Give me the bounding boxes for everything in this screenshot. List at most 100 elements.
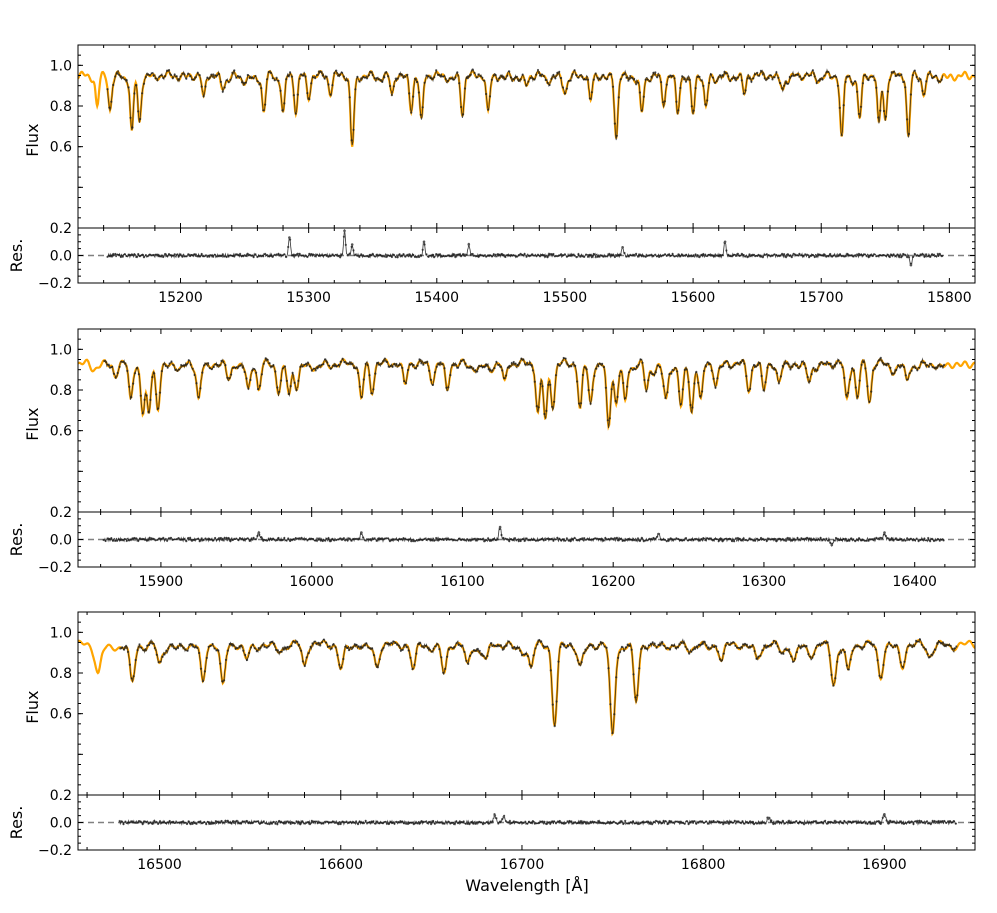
observed-point — [409, 656, 412, 659]
residual-point — [141, 823, 144, 826]
observed-point — [919, 78, 922, 81]
residual-point — [615, 254, 618, 257]
residual-point — [435, 253, 438, 256]
observed-point — [873, 367, 877, 370]
observed-point — [768, 363, 771, 366]
observed-point — [381, 360, 385, 363]
observed-point — [250, 76, 253, 79]
residual-point — [688, 255, 692, 258]
observed-point — [466, 366, 469, 369]
observed-point — [152, 74, 155, 77]
panel-middle: 0.60.81.0Flux−0.20.00.2Res.15900 16000 161… — [7, 328, 976, 590]
residual-point — [301, 820, 304, 823]
observed-point — [542, 644, 545, 647]
residual-point — [884, 254, 888, 257]
residual-point — [881, 816, 884, 819]
observed-point — [208, 367, 212, 370]
residual-point — [767, 254, 770, 257]
y-tick-label: 0.8 — [50, 666, 72, 682]
observed-point — [641, 361, 644, 364]
residual-point — [270, 822, 273, 825]
residual-point — [401, 820, 404, 823]
residual-point — [656, 535, 659, 538]
residual-point — [929, 823, 932, 826]
observed-point — [672, 644, 676, 647]
observed-point — [882, 109, 886, 113]
residual-point — [189, 823, 192, 826]
residual-point — [554, 538, 557, 541]
observed-point — [610, 73, 613, 76]
residual-point — [647, 820, 650, 823]
residual-point — [350, 245, 353, 248]
observed-point — [795, 651, 799, 654]
observed-point — [189, 363, 192, 366]
residual-point — [343, 821, 346, 824]
observed-point — [328, 364, 331, 367]
observed-point — [561, 86, 565, 89]
observed-point — [460, 105, 463, 109]
observed-point — [258, 384, 262, 387]
observed-point — [565, 87, 569, 90]
residual-point — [535, 254, 538, 257]
residual-point — [463, 254, 467, 257]
observed-point — [561, 643, 564, 646]
observed-point — [216, 363, 219, 367]
observed-point — [941, 641, 945, 644]
residual-point — [759, 255, 763, 258]
observed-point — [570, 645, 574, 648]
observed-point — [545, 645, 549, 648]
residual-point — [569, 254, 572, 257]
observed-point — [376, 361, 379, 364]
observed-point — [495, 645, 499, 648]
observed-point — [497, 644, 500, 647]
residual-point — [496, 253, 499, 256]
observed-point — [600, 76, 603, 79]
residual-point — [306, 255, 309, 259]
observed-point — [263, 645, 266, 648]
residual-point — [586, 255, 590, 258]
residual-point — [135, 821, 139, 825]
observed-point — [604, 77, 607, 80]
residual-point — [195, 822, 198, 825]
residual-point — [748, 253, 751, 256]
residual-point — [506, 821, 510, 824]
residual-point — [487, 537, 490, 540]
residual-point — [392, 538, 395, 541]
residual-point — [340, 538, 344, 541]
observed-point — [675, 100, 678, 103]
observed-point — [125, 644, 128, 648]
residual-point — [337, 538, 340, 541]
residual-point — [818, 821, 821, 824]
observed-point — [733, 364, 736, 367]
residual-point — [524, 820, 527, 823]
residual-point — [819, 253, 822, 256]
residual-point — [875, 255, 878, 258]
observed-point — [916, 640, 920, 643]
residual-point — [112, 539, 115, 542]
observed-point — [645, 390, 648, 393]
observed-point — [214, 363, 217, 366]
observed-point — [547, 383, 550, 386]
observed-point — [392, 85, 395, 88]
residual-point — [472, 822, 475, 825]
observed-point — [547, 649, 551, 652]
observed-point — [795, 364, 798, 367]
observed-point — [176, 369, 179, 372]
residual-point — [843, 819, 846, 823]
observed-point — [676, 370, 679, 373]
residual-point — [348, 252, 351, 255]
residual-point — [865, 255, 868, 258]
residual-point — [772, 822, 775, 826]
observed-point — [228, 642, 231, 646]
residual-point — [593, 820, 596, 824]
observed-point — [480, 652, 483, 655]
residual-point — [861, 254, 865, 257]
observed-point — [454, 76, 457, 79]
observed-point — [616, 395, 619, 398]
residual-point — [450, 255, 453, 258]
residual-point — [621, 539, 624, 543]
observed-point — [609, 703, 612, 706]
observed-point — [770, 363, 773, 367]
observed-point — [318, 364, 321, 367]
residual-point — [806, 536, 809, 539]
